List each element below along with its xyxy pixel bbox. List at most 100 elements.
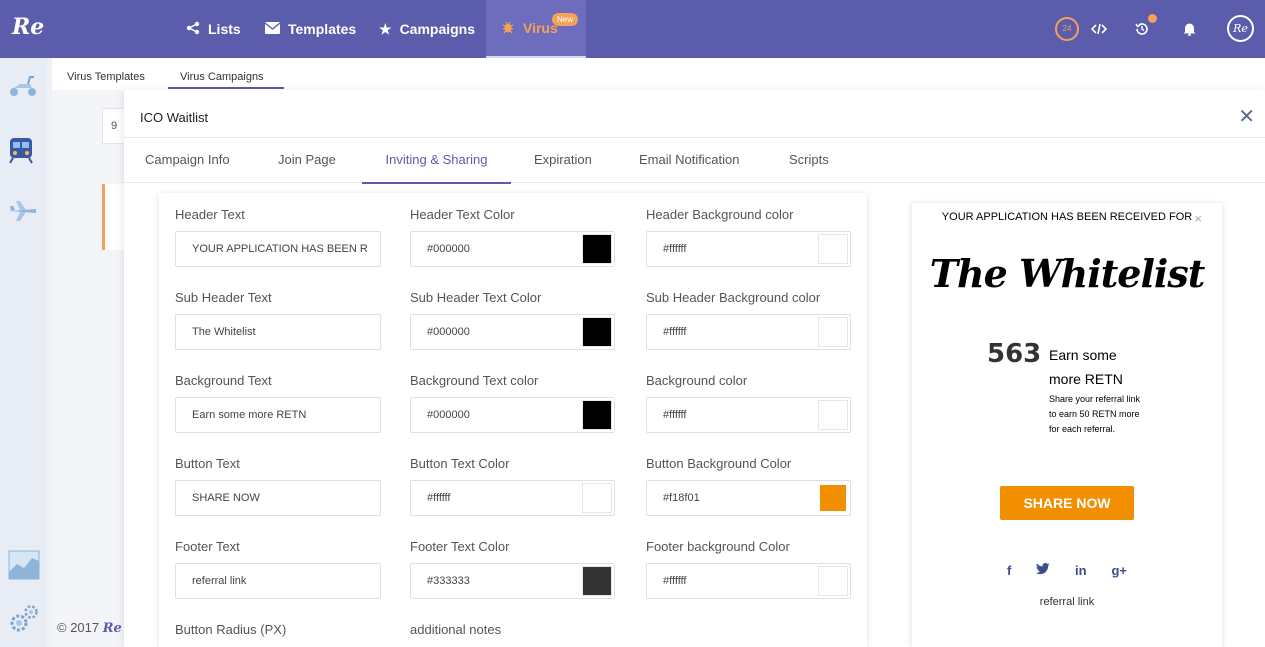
settings-gears-icon[interactable] [8,603,38,633]
button-bg-color-swatch[interactable] [820,485,846,511]
footer-text-color-value: #333333 [427,575,470,587]
popup-preview: YOUR APPLICATION HAS BEEN RECEIVED FOR ×… [912,203,1222,647]
background-text-color-input[interactable]: #000000 [410,397,615,433]
background-text-color-label: Background Text color [410,373,539,388]
sub-header-text-color-value: #000000 [427,326,470,338]
nav-templates[interactable]: Templates [264,0,357,58]
background-page: 9 [52,90,132,647]
footer-text-color-swatch[interactable] [582,566,612,596]
tab-campaign-info[interactable]: Campaign Info [145,138,230,184]
close-icon[interactable]: ✕ [1238,104,1255,129]
button-text-color-value: #ffffff [427,492,451,504]
scooter-icon[interactable] [8,74,38,104]
app-logo[interactable]: Re [12,14,44,40]
campaign-modal: ICO Waitlist ✕ Campaign Info Join Page I… [124,90,1265,647]
chart-area-icon[interactable] [8,550,40,580]
nav-virus[interactable]: Virus New [486,0,586,58]
nav-lists-label: Lists [208,21,241,37]
tab-email-notification[interactable]: Email Notification [639,138,739,184]
button-bg-color-input[interactable]: #f18f01 [646,480,851,516]
button-text-color-swatch[interactable] [582,483,612,513]
nav-campaigns-label: Campaigns [399,21,476,37]
star-icon: ★ [379,20,392,37]
header-bg-color-input[interactable]: #ffffff [646,231,851,267]
code-icon[interactable] [1087,17,1111,41]
background-text-color-value: #000000 [427,409,470,421]
button-text-input[interactable]: SHARE NOW [175,480,381,516]
header-text-color-input[interactable]: #000000 [410,231,615,267]
google-plus-icon[interactable]: g+ [1111,563,1127,578]
sub-header-bg-color-input[interactable]: #ffffff [646,314,851,350]
notification-dot [1148,14,1157,23]
sub-header-text-color-swatch[interactable] [582,317,612,347]
bell-icon[interactable] [1177,17,1201,41]
button-bg-color-value: #f18f01 [663,492,700,504]
tab-join-page[interactable]: Join Page [278,138,336,184]
background-text-color-swatch[interactable] [582,400,612,430]
header-text-color-swatch[interactable] [582,234,612,264]
footer-bg-color-input[interactable]: #ffffff [646,563,851,599]
facebook-icon[interactable]: f [1007,563,1011,578]
sub-header-text-input[interactable]: The Whitelist [175,314,381,350]
nav-campaigns[interactable]: ★ Campaigns [379,0,475,58]
button-bg-color-label: Button Background Color [646,456,792,471]
header-text-input[interactable]: YOUR APPLICATION HAS BEEN R [175,231,381,267]
timer-icon[interactable]: 24 [1055,17,1079,41]
button-text-color-input[interactable]: #ffffff [410,480,615,516]
train-icon[interactable] [8,136,38,166]
plane-icon[interactable] [8,198,38,228]
footer-bg-color-swatch[interactable] [818,566,848,596]
sub-header-text-color-label: Sub Header Text Color [410,290,542,305]
background-color-input[interactable]: #ffffff [646,397,851,433]
bug-icon [501,20,515,37]
sub-header-bg-color-value: #ffffff [663,326,687,338]
sub-header-text-color-input[interactable]: #000000 [410,314,615,350]
nav-lists[interactable]: Lists [186,0,241,58]
preview-header: YOUR APPLICATION HAS BEEN RECEIVED FOR [941,211,1193,223]
virus-subtabs: Virus Templates Virus Campaigns [52,58,1265,90]
background-color-label: Background color [646,373,748,388]
header-bg-color-label: Header Background color [646,207,794,222]
additional-notes-label: additional notes [410,622,502,637]
footer-bg-color-value: #ffffff [663,575,687,587]
background-color-value: #ffffff [663,409,687,421]
user-avatar[interactable]: Re [1227,15,1254,42]
preview-share-button[interactable]: SHARE NOW [1000,486,1134,520]
sub-header-bg-color-label: Sub Header Background color [646,290,821,305]
modal-tabbar: Campaign Info Join Page Inviting & Shari… [124,137,1265,184]
background-text-label: Background Text [175,373,272,388]
button-text-label: Button Text [175,456,240,471]
tab-inviting-sharing[interactable]: Inviting & Sharing [362,138,511,184]
preview-background-text: Earn some more RETN [1049,347,1123,387]
envelope-icon [264,21,281,37]
header-text-label: Header Text [175,207,245,222]
footer-text-input[interactable]: referral link [175,563,381,599]
preview-social-links: f in g+ [1007,563,1127,578]
footer-bg-color-label: Footer background Color [646,539,790,554]
header-bg-color-swatch[interactable] [818,234,848,264]
tab-virus-templates[interactable]: Virus Templates [67,71,145,83]
header-bg-color-value: #ffffff [663,243,687,255]
footer-text-label: Footer Text [175,539,240,554]
tab-virus-campaigns[interactable]: Virus Campaigns [168,71,284,89]
nav-templates-label: Templates [288,21,357,37]
footer-text-color-label: Footer Text Color [410,539,510,554]
background-color-swatch[interactable] [818,400,848,430]
tab-scripts[interactable]: Scripts [789,138,829,184]
preview-sub-header: The Whitelist [929,251,1206,296]
share-icon [186,21,200,38]
history-icon[interactable] [1130,14,1157,41]
copyright-text: © 2017 [57,620,100,635]
tab-expiration[interactable]: Expiration [534,138,592,184]
button-text-color-label: Button Text Color [410,456,510,471]
background-text-input[interactable]: Earn some more RETN [175,397,381,433]
preview-close-icon[interactable]: × [1194,211,1202,226]
twitter-icon[interactable] [1036,563,1050,578]
footer-text-color-input[interactable]: #333333 [410,563,615,599]
sub-header-bg-color-swatch[interactable] [818,317,848,347]
modal-title: ICO Waitlist [140,110,209,125]
footer-copyright: © 2017 Re [57,620,122,636]
linkedin-icon[interactable]: in [1075,563,1087,578]
styling-form: Header Text YOUR APPLICATION HAS BEEN R … [159,193,867,647]
preview-referral-count: 563 [987,339,1042,369]
